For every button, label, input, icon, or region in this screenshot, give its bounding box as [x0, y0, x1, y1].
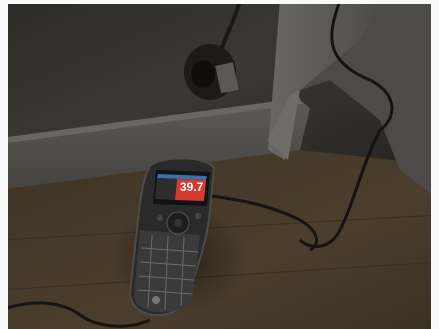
meter-reading: 39.7 — [180, 180, 204, 194]
frame-right — [431, 0, 439, 329]
meter-button — [157, 215, 163, 221]
meter-screen-side — [155, 178, 177, 200]
meter-logo — [152, 296, 160, 304]
frame-top — [0, 0, 439, 4]
photo: 39.7 — [0, 0, 439, 329]
frame-left — [0, 0, 8, 329]
meter-button — [195, 213, 201, 219]
meter-dpad-center — [174, 219, 182, 227]
outlet-shadow — [191, 60, 215, 88]
scene-svg — [0, 0, 439, 329]
